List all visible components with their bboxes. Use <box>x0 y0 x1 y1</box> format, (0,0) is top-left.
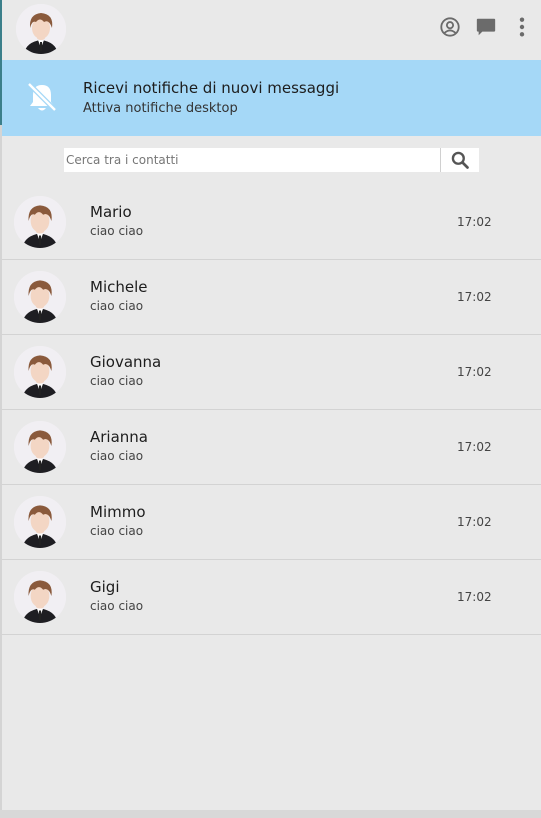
contact-last-message: ciao ciao <box>90 299 144 313</box>
contact-last-message: ciao ciao <box>90 374 144 388</box>
more-vertical-icon <box>519 17 525 37</box>
header-actions <box>439 16 533 38</box>
contact-list: Mario ciao ciao 17:02 Michele ciao ciao … <box>2 185 541 635</box>
window-bottom-edge <box>0 810 541 818</box>
contact-avatar <box>14 196 66 248</box>
contact-last-message: ciao ciao <box>90 524 144 538</box>
contact-item[interactable]: Mimmo ciao ciao 17:02 <box>2 485 541 560</box>
contact-item[interactable]: Giovanna ciao ciao 17:02 <box>2 335 541 410</box>
contact-time: 17:02 <box>457 515 492 529</box>
profile-button[interactable] <box>439 16 461 38</box>
contact-time: 17:02 <box>457 290 492 304</box>
contact-item[interactable]: Mario ciao ciao 17:02 <box>2 185 541 260</box>
contact-time: 17:02 <box>457 590 492 604</box>
user-circle-icon <box>440 17 460 37</box>
contact-name: Arianna <box>90 428 148 446</box>
contact-name: Mimmo <box>90 503 146 521</box>
contact-item[interactable]: Michele ciao ciao 17:02 <box>2 260 541 335</box>
contact-item[interactable]: Arianna ciao ciao 17:02 <box>2 410 541 485</box>
contact-name: Giovanna <box>90 353 162 371</box>
chat-bubble-icon <box>476 18 496 36</box>
contact-name: Michele <box>90 278 148 296</box>
notification-banner[interactable]: Ricevi notifiche di nuovi messaggi Attiv… <box>2 60 541 136</box>
contact-avatar <box>14 571 66 623</box>
contact-time: 17:02 <box>457 440 492 454</box>
contact-name: Gigi <box>90 578 120 596</box>
search-input[interactable] <box>64 148 440 172</box>
contact-last-message: ciao ciao <box>90 599 144 613</box>
contact-avatar <box>14 421 66 473</box>
search-bar <box>2 136 541 184</box>
enable-desktop-notifications-link[interactable]: Attiva notifiche desktop <box>83 101 238 116</box>
contact-avatar <box>14 346 66 398</box>
notification-icon-wrap <box>18 73 66 121</box>
contact-name: Mario <box>90 203 132 221</box>
search-button[interactable] <box>440 148 479 172</box>
new-chat-button[interactable] <box>475 16 497 38</box>
menu-button[interactable] <box>511 16 533 38</box>
notification-title: Ricevi notifiche di nuovi messaggi <box>83 79 340 97</box>
contact-time: 17:02 <box>457 365 492 379</box>
app-header <box>2 0 541 60</box>
contact-item[interactable]: Gigi ciao ciao 17:02 <box>2 560 541 635</box>
contact-last-message: ciao ciao <box>90 224 144 238</box>
user-avatar[interactable] <box>16 4 66 54</box>
search-icon <box>451 151 469 169</box>
contact-time: 17:02 <box>457 215 492 229</box>
contact-avatar <box>14 271 66 323</box>
bell-off-icon <box>27 82 57 112</box>
contact-last-message: ciao ciao <box>90 449 144 463</box>
user-avatar-image <box>16 4 66 54</box>
contact-avatar <box>14 496 66 548</box>
